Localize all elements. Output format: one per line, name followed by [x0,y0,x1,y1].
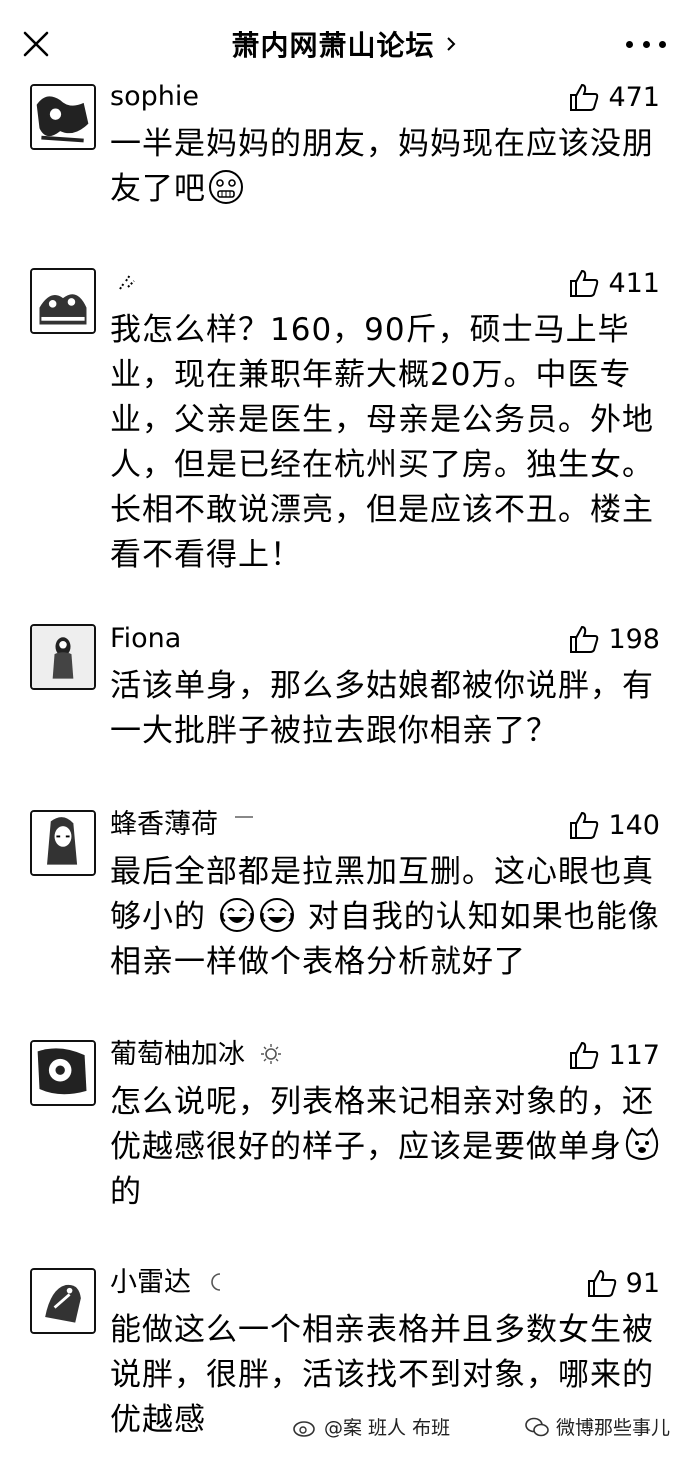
username[interactable]: sophie [110,80,199,114]
like-count: 411 [608,267,660,299]
more-dot [659,40,666,48]
thumbs-up-icon [570,811,599,839]
avatar[interactable] [30,1268,96,1334]
username[interactable]: 蜂香薄荷 [110,808,255,842]
thumbs-up-icon [570,1041,599,1069]
thumbs-up-icon [570,269,599,297]
comment-text: 我怎么样？160，90斤，硕士马上毕业，现在兼职年薪大概20万。中医专业，父亲是… [110,312,654,573]
wechat-icon [525,1417,549,1436]
comment-text: 最后全部都是拉黑加互删。这心眼也真够小的 对自我的认知如果也能像相亲一样做个表格… [110,854,660,980]
like-count: 140 [608,809,660,841]
page-title: 萧内网萧山论坛 [231,29,435,62]
page-title-link[interactable]: 萧内网萧山论坛 [0,24,690,64]
thumbs-up-icon [570,83,599,111]
like-button[interactable]: 198 [568,622,660,656]
avatar[interactable] [30,1040,96,1106]
weibo-icon [293,1420,315,1437]
avatar[interactable] [30,84,96,150]
doge-emoji-icon [625,1127,659,1160]
grimace-emoji-icon [209,170,243,204]
avatar[interactable] [30,810,96,876]
comment-text: 活该单身，那么多姑娘都被你说胖，有一大批胖子被拉去跟你相亲了？ [110,668,654,749]
thumbs-up-icon [587,1269,616,1297]
username[interactable] [110,266,138,300]
like-button[interactable]: 140 [568,808,660,842]
thumbs-up-icon [570,625,599,653]
crescent-icon [210,1273,220,1291]
like-button[interactable]: 471 [568,80,660,114]
like-count: 117 [608,1039,660,1071]
laugh-cry-emoji-icon [219,898,254,932]
chevron-right-icon [446,37,455,51]
top-bar: 萧内网萧山论坛 [0,0,690,90]
like-count: 471 [608,81,660,113]
sparkle-icon [119,274,135,290]
like-count: 198 [608,623,660,655]
laugh-cry-emoji-icon [259,898,294,932]
watermark-right: 微博那些事儿 [524,1413,670,1440]
like-button[interactable]: 411 [568,266,660,300]
username[interactable]: 小雷达 [110,1266,228,1300]
avatar[interactable] [30,624,96,690]
more-button[interactable] [626,36,666,52]
watermark-left: @案 班人 布班 [292,1413,450,1440]
username[interactable]: Fiona [110,622,181,656]
more-dot [626,40,633,48]
like-button[interactable]: 117 [568,1038,660,1072]
avatar[interactable] [30,268,96,334]
sun-icon [260,1044,281,1064]
comment-text: 怎么说呢，列表格来记相亲对象的，还优越感很好的样子，应该是要做单身 的 [110,1080,670,1215]
username[interactable]: 葡萄柚加冰 [110,1038,282,1072]
comment-text: 一半是妈妈的朋友，妈妈现在应该没朋友了吧 [110,126,654,207]
badge-icon [234,816,253,818]
like-button[interactable]: 91 [586,1266,660,1300]
more-dot [642,40,650,48]
like-count: 91 [625,1267,660,1299]
